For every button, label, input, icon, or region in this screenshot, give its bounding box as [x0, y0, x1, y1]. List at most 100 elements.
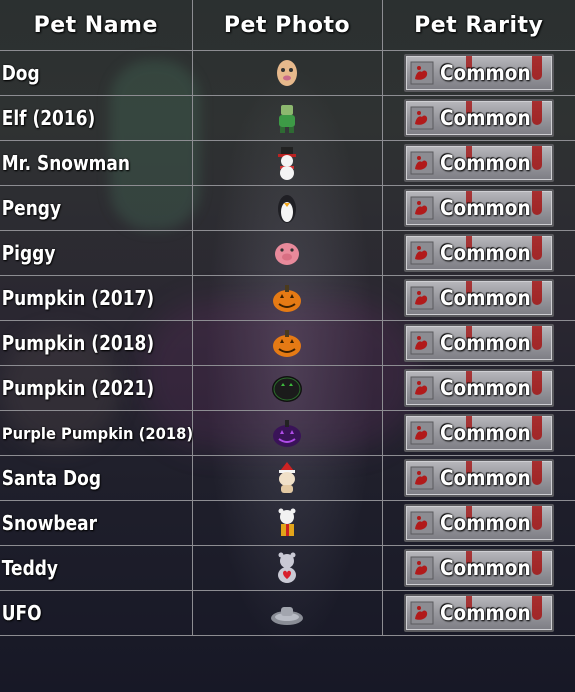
pet-rarity-cell: Common [381, 590, 575, 636]
pet-photo-cell [191, 230, 383, 276]
table-row: Teddy Common [0, 545, 575, 591]
penguin-pet-icon [278, 195, 296, 223]
pet-name-cell: Pumpkin (2018) [0, 320, 164, 366]
rarity-label: Common [439, 106, 531, 130]
pet-rarity-cell: Common [381, 455, 575, 501]
pet-rarity-cell: Common [381, 95, 575, 141]
pet-rarity-cell: Common [381, 365, 575, 411]
pet-photo-cell [191, 410, 383, 456]
pet-photo-cell [191, 590, 383, 636]
blood-hand-icon [410, 511, 434, 535]
table-row: Elf (2016) Common [0, 95, 575, 141]
blood-hand-icon [410, 466, 434, 490]
rarity-badge: Common [403, 99, 554, 137]
pet-photo-cell [191, 455, 383, 501]
pet-name-cell: Mr. Snowman [0, 140, 164, 186]
rarity-badge: Common [403, 369, 554, 407]
blood-hand-icon [410, 106, 434, 130]
header-pet-photo: Pet Photo [191, 0, 383, 51]
table-row: Purple Pumpkin (2018) Common [0, 410, 575, 456]
pet-name-cell: Pengy [0, 185, 164, 231]
rarity-badge: Common [403, 189, 554, 227]
table-row: Piggy Common [0, 230, 575, 276]
pet-name-cell: Santa Dog [0, 455, 164, 501]
rarity-badge: Common [403, 54, 554, 92]
dark-pumpkin-pet-icon [272, 376, 302, 402]
dog-pet-icon [277, 60, 297, 86]
pet-rarity-cell: Common [381, 140, 575, 186]
blood-hand-icon [410, 196, 434, 220]
header-pet-name: Pet Name [0, 0, 193, 51]
pet-photo-cell [191, 185, 383, 231]
table-row: Santa Dog Common [0, 455, 575, 501]
pumpkin-pet-icon [273, 330, 301, 357]
snowman-pet-icon [278, 147, 296, 180]
rarity-label: Common [439, 466, 531, 490]
rarity-label: Common [439, 241, 531, 265]
pet-name-cell: Pumpkin (2017) [0, 275, 164, 321]
teddy-pet-icon [278, 552, 296, 583]
pet-photo-cell [191, 275, 383, 321]
pet-name-cell: Purple Pumpkin (2018) [0, 410, 193, 456]
pet-name-cell: Elf (2016) [0, 95, 164, 141]
table-row: Pumpkin (2021) Common [0, 365, 575, 411]
pumpkin-pet-icon [273, 285, 301, 312]
blood-hand-icon [410, 421, 434, 445]
pet-rarity-cell: Common [381, 275, 575, 321]
table-row: Pumpkin (2017) Common [0, 275, 575, 321]
pet-rarity-cell: Common [381, 410, 575, 456]
pet-name-cell: Snowbear [0, 500, 164, 546]
blood-hand-icon [410, 331, 434, 355]
pet-name-cell: Teddy [0, 545, 164, 591]
pet-name-cell: Pumpkin (2021) [0, 365, 164, 411]
rarity-badge: Common [403, 504, 554, 542]
blood-hand-icon [410, 556, 434, 580]
table-row: Pumpkin (2018) Common [0, 320, 575, 366]
elf-pet-icon [279, 105, 295, 133]
table-row: Snowbear Common [0, 500, 575, 546]
rarity-badge: Common [403, 279, 554, 317]
rarity-badge: Common [403, 459, 554, 497]
rarity-badge: Common [403, 414, 554, 452]
header-pet-rarity: Pet Rarity [381, 0, 575, 51]
pet-photo-cell [191, 50, 383, 96]
rarity-badge: Common [403, 594, 554, 632]
rarity-badge: Common [403, 324, 554, 362]
ufo-pet-icon [271, 607, 303, 625]
pet-rarity-table: Pet Name Pet Photo Pet Rarity Dog Common… [0, 0, 575, 636]
rarity-label: Common [439, 556, 531, 580]
rarity-label: Common [439, 376, 531, 400]
blood-hand-icon [410, 151, 434, 175]
rarity-label: Common [439, 511, 531, 535]
rarity-label: Common [439, 151, 531, 175]
table-row: Dog Common [0, 50, 575, 96]
pig-pet-icon [275, 243, 299, 265]
pet-rarity-cell: Common [381, 50, 575, 96]
blood-hand-icon [410, 241, 434, 265]
pet-rarity-cell: Common [381, 185, 575, 231]
blood-hand-icon [410, 61, 434, 85]
pet-photo-cell [191, 365, 383, 411]
pet-rarity-cell: Common [381, 320, 575, 366]
pet-photo-cell [191, 140, 383, 186]
pet-rarity-cell: Common [381, 545, 575, 591]
rarity-label: Common [439, 601, 531, 625]
table-row: UFO Common [0, 590, 575, 636]
rarity-badge: Common [403, 234, 554, 272]
blood-hand-icon [410, 601, 434, 625]
table-row: Pengy Common [0, 185, 575, 231]
rarity-label: Common [439, 61, 531, 85]
table-row: Mr. Snowman Common [0, 140, 575, 186]
rarity-badge: Common [403, 144, 554, 182]
pet-rarity-cell: Common [381, 230, 575, 276]
snowbear-pet-icon [278, 508, 296, 536]
rarity-label: Common [439, 196, 531, 220]
rarity-badge: Common [403, 549, 554, 587]
rarity-label: Common [439, 421, 531, 445]
pet-photo-cell [191, 95, 383, 141]
blood-hand-icon [410, 286, 434, 310]
pet-rarity-cell: Common [381, 500, 575, 546]
santa-dog-pet-icon [279, 462, 295, 493]
purple-pumpkin-pet-icon [273, 420, 301, 447]
pet-name-cell: Dog [0, 50, 164, 96]
